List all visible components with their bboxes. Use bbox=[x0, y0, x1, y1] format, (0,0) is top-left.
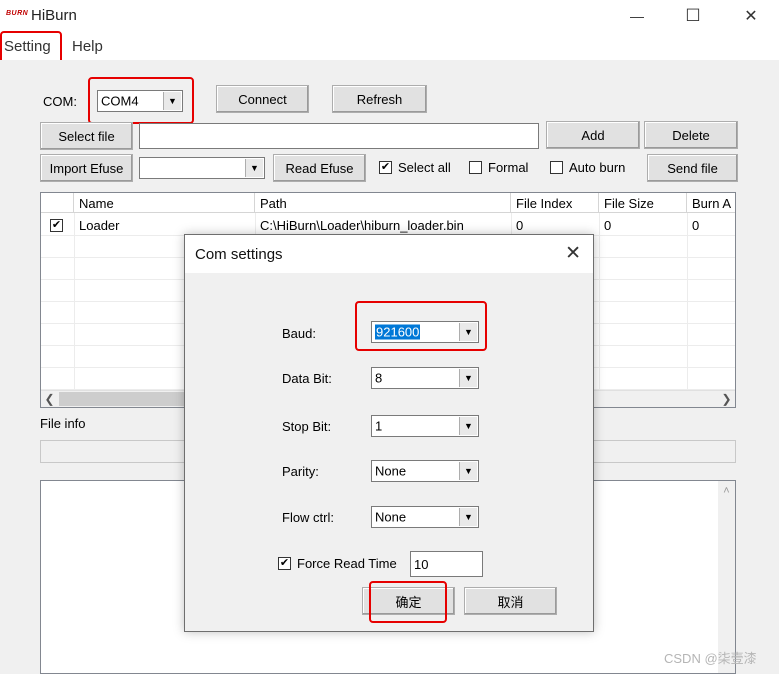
cell-burn-addr: 0 bbox=[692, 217, 700, 233]
table-row[interactable]: ✔ Loader C:\HiBurn\Loader\hiburn_loader.… bbox=[41, 214, 735, 236]
read-efuse-button[interactable]: Read Efuse bbox=[273, 154, 366, 182]
stop-bit-value: 1 bbox=[375, 418, 383, 434]
baud-highlight bbox=[355, 301, 487, 351]
dialog-close-icon[interactable]: ✕ bbox=[565, 242, 581, 265]
watermark: CSDN @柒壹漆 bbox=[664, 651, 757, 666]
close-icon: ✕ bbox=[744, 8, 758, 25]
formal-checkbox[interactable]: Formal bbox=[469, 160, 528, 175]
parity-value: None bbox=[375, 463, 407, 479]
scroll-right-icon[interactable]: ❯ bbox=[718, 391, 735, 407]
com-settings-dialog: Com settings ✕ Baud: 921600 ▼ Data Bit: … bbox=[184, 234, 594, 632]
chevron-down-icon[interactable]: ▼ bbox=[459, 417, 477, 435]
delete-button[interactable]: Delete bbox=[644, 121, 738, 149]
table-header: Name Path File Index File Size Burn A bbox=[41, 193, 735, 213]
connect-button[interactable]: Connect bbox=[216, 85, 309, 113]
cell-path: C:\HiBurn\Loader\hiburn_loader.bin bbox=[260, 217, 464, 233]
column-header-file-size[interactable]: File Size bbox=[599, 193, 687, 213]
menu-help[interactable]: Help bbox=[72, 38, 103, 55]
auto-burn-label: Auto burn bbox=[569, 160, 626, 175]
column-header-check[interactable] bbox=[41, 193, 74, 213]
flow-ctrl-label: Flow ctrl: bbox=[282, 510, 334, 525]
data-bit-label: Data Bit: bbox=[282, 371, 332, 386]
minimize-icon: — bbox=[630, 8, 644, 24]
stop-bit-select[interactable]: 1 ▼ bbox=[371, 415, 479, 437]
column-header-burn-addr[interactable]: Burn A bbox=[687, 193, 737, 213]
refresh-button[interactable]: Refresh bbox=[332, 85, 427, 113]
file-path-input[interactable] bbox=[139, 123, 539, 149]
file-info-label: File info bbox=[40, 416, 86, 431]
cell-file-size: 0 bbox=[604, 217, 612, 233]
send-file-button[interactable]: Send file bbox=[647, 154, 738, 182]
cell-file-index: 0 bbox=[516, 217, 524, 233]
scroll-up-icon[interactable]: ˄ bbox=[718, 485, 735, 497]
auto-burn-check-icon[interactable] bbox=[550, 161, 563, 174]
force-read-checkbox[interactable]: ✔ Force Read Time bbox=[278, 556, 397, 571]
efuse-select[interactable]: ▼ bbox=[139, 157, 265, 179]
window-title: HiBurn bbox=[31, 7, 77, 24]
title-bar: BURN HiBurn — ☐ ✕ bbox=[0, 0, 779, 32]
dialog-title-bar: Com settings ✕ bbox=[185, 235, 593, 273]
flow-ctrl-value: None bbox=[375, 509, 407, 525]
add-button[interactable]: Add bbox=[546, 121, 640, 149]
maximize-icon: ☐ bbox=[685, 6, 701, 25]
auto-burn-checkbox[interactable]: Auto burn bbox=[550, 160, 625, 175]
import-efuse-button[interactable]: Import Efuse bbox=[40, 154, 133, 182]
menu-bar: Setting Help bbox=[0, 32, 779, 60]
chevron-down-icon[interactable]: ▼ bbox=[459, 369, 477, 387]
cell-name: Loader bbox=[79, 217, 120, 233]
com-port-highlight bbox=[88, 77, 194, 124]
formal-label: Formal bbox=[488, 160, 529, 175]
com-label: COM: bbox=[43, 94, 77, 109]
chevron-down-icon[interactable]: ▼ bbox=[245, 159, 263, 177]
chevron-down-icon[interactable]: ▼ bbox=[459, 462, 477, 480]
flow-ctrl-select[interactable]: None ▼ bbox=[371, 506, 479, 528]
chevron-down-icon[interactable]: ▼ bbox=[459, 508, 477, 526]
parity-select[interactable]: None ▼ bbox=[371, 460, 479, 482]
select-all-checkbox[interactable]: ✔ Select all bbox=[379, 160, 451, 175]
scroll-left-icon[interactable]: ❮ bbox=[41, 391, 58, 407]
select-all-check-icon[interactable]: ✔ bbox=[379, 161, 392, 174]
dialog-title: Com settings bbox=[195, 246, 283, 263]
force-read-label: Force Read Time bbox=[297, 556, 397, 571]
column-header-name[interactable]: Name bbox=[74, 193, 255, 213]
checkbox-checked-icon[interactable]: ✔ bbox=[50, 218, 63, 232]
force-read-time-input[interactable]: 10 bbox=[410, 551, 483, 577]
vertical-scrollbar[interactable]: ˄ bbox=[718, 481, 735, 673]
data-bit-select[interactable]: 8 ▼ bbox=[371, 367, 479, 389]
data-bit-value: 8 bbox=[375, 370, 383, 386]
scroll-thumb[interactable] bbox=[59, 392, 189, 406]
select-file-button[interactable]: Select file bbox=[40, 122, 133, 150]
ok-button-highlight bbox=[369, 581, 447, 623]
stop-bit-label: Stop Bit: bbox=[282, 419, 332, 434]
row-checkbox[interactable]: ✔ bbox=[45, 214, 73, 236]
maximize-button[interactable]: ☐ bbox=[673, 4, 713, 28]
formal-check-icon[interactable] bbox=[469, 161, 482, 174]
force-read-check-icon[interactable]: ✔ bbox=[278, 557, 291, 570]
close-button[interactable]: ✕ bbox=[731, 4, 771, 28]
app-logo: BURN bbox=[6, 10, 29, 17]
column-header-path[interactable]: Path bbox=[255, 193, 511, 213]
parity-label: Parity: bbox=[282, 464, 319, 479]
minimize-button[interactable]: — bbox=[617, 4, 657, 28]
cancel-button[interactable]: 取消 bbox=[464, 587, 557, 615]
select-all-label: Select all bbox=[398, 160, 451, 175]
column-header-file-index[interactable]: File Index bbox=[511, 193, 599, 213]
baud-label: Baud: bbox=[282, 326, 316, 341]
